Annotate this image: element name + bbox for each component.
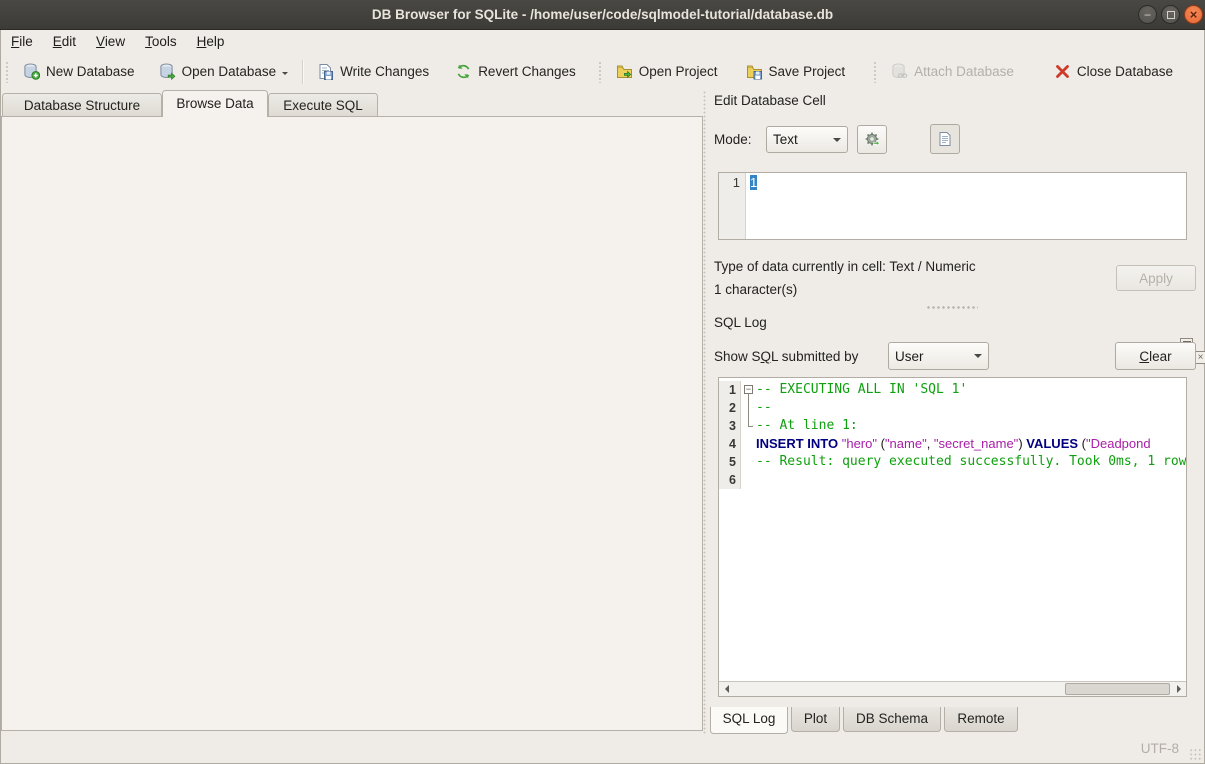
menu-view[interactable]: View xyxy=(86,30,135,53)
mode-selector-value: Text xyxy=(773,132,798,147)
new-database-icon xyxy=(23,63,40,80)
save-project-icon xyxy=(746,63,763,80)
tab-database-structure[interactable]: Database Structure xyxy=(2,93,162,117)
open-project-button[interactable]: Open Project xyxy=(610,59,724,84)
maximize-button[interactable] xyxy=(1161,5,1180,24)
maximize-icon xyxy=(1167,11,1175,19)
dock-tab-db-schema[interactable]: DB Schema xyxy=(843,707,941,732)
fold-guide xyxy=(741,399,756,417)
open-project-icon xyxy=(616,63,633,80)
open-database-icon xyxy=(159,63,176,80)
edit-cell-dock-title: Edit Database Cell xyxy=(714,93,826,108)
mode-selector[interactable]: Text xyxy=(766,126,848,153)
sql-statement: INSERT INTO "hero" ("name", "secret_name… xyxy=(756,435,1151,453)
dock-tab-plot[interactable]: Plot xyxy=(791,707,840,732)
sql-log-view[interactable]: 1 − -- EXECUTING ALL IN 'SQL 1' 2 -- 3 -… xyxy=(718,377,1187,697)
close-icon: × xyxy=(1190,7,1198,22)
toolbar-separator xyxy=(302,60,303,84)
editor-line-number: 1 xyxy=(719,173,746,239)
close-button[interactable]: × xyxy=(1184,5,1203,24)
document-icon xyxy=(937,131,953,147)
attach-database-button: Attach Database xyxy=(885,59,1020,84)
scroll-right-arrow[interactable] xyxy=(1172,682,1186,696)
chevron-down-icon xyxy=(833,138,841,146)
cell-editor[interactable]: 1 1 xyxy=(718,172,1187,240)
revert-changes-icon xyxy=(455,63,472,80)
mode-label: Mode: xyxy=(714,132,752,147)
browse-data-panel xyxy=(1,116,703,731)
cell-type-info: Type of data currently in cell: Text / N… xyxy=(714,259,976,274)
window-title: DB Browser for SQLite - /home/user/code/… xyxy=(0,0,1205,30)
tab-execute-sql[interactable]: Execute SQL xyxy=(268,93,378,117)
show-sql-label: Show SQL submitted by xyxy=(714,349,858,364)
auto-mode-button[interactable] xyxy=(857,125,887,154)
close-database-icon xyxy=(1054,63,1071,80)
chevron-down-icon xyxy=(974,354,982,362)
clear-log-button[interactable]: Clear xyxy=(1115,342,1196,370)
menu-help[interactable]: Help xyxy=(187,30,235,53)
log-line: 5 -- Result: query executed successfully… xyxy=(719,453,1186,471)
dock-tab-remote[interactable]: Remote xyxy=(944,707,1018,732)
write-changes-icon xyxy=(317,63,334,80)
write-changes-button[interactable]: Write Changes xyxy=(311,59,435,84)
encoding-indicator: UTF-8 xyxy=(1141,741,1179,756)
sql-source-selector[interactable]: User xyxy=(888,342,989,370)
dock-resize-handle[interactable] xyxy=(926,305,978,310)
cell-size-info: 1 character(s) xyxy=(714,282,797,297)
sql-source-value: User xyxy=(895,349,924,364)
scroll-left-arrow[interactable] xyxy=(719,682,733,696)
close-database-button[interactable]: Close Database xyxy=(1048,59,1179,84)
sql-log-dock-title: SQL Log xyxy=(714,315,767,330)
minimize-icon: − xyxy=(1144,8,1151,22)
editor-content[interactable]: 1 xyxy=(746,173,757,239)
title-bar: DB Browser for SQLite - /home/user/code/… xyxy=(0,0,1205,30)
attach-database-icon xyxy=(891,63,908,80)
new-database-button[interactable]: New Database xyxy=(17,59,141,84)
main-tab-bar: Database Structure Browse Data Execute S… xyxy=(2,90,378,117)
dock-tab-sql-log[interactable]: SQL Log xyxy=(710,707,788,734)
minimize-button[interactable]: − xyxy=(1138,5,1157,24)
menu-file[interactable]: File xyxy=(1,30,43,53)
text-mode-toggle[interactable] xyxy=(930,124,960,154)
open-database-dropdown-arrow[interactable] xyxy=(282,72,288,78)
main-toolbar: New Database Open Database Write Changes… xyxy=(1,53,1204,90)
open-database-button[interactable]: Open Database xyxy=(153,59,295,84)
revert-changes-button[interactable]: Revert Changes xyxy=(449,59,582,84)
toolbar-drag-handle[interactable] xyxy=(5,61,9,83)
save-project-button[interactable]: Save Project xyxy=(740,59,852,84)
app-window: DB Browser for SQLite - /home/user/code/… xyxy=(0,0,1205,764)
tab-browse-data[interactable]: Browse Data xyxy=(162,90,268,117)
toolbar-drag-handle[interactable] xyxy=(873,61,877,83)
log-line: 6 xyxy=(719,471,1186,489)
menu-tools[interactable]: Tools xyxy=(135,30,187,53)
gear-icon xyxy=(864,131,881,148)
selected-text: 1 xyxy=(750,175,757,190)
fold-marker[interactable]: − xyxy=(741,381,756,399)
menu-edit[interactable]: Edit xyxy=(43,30,86,53)
toolbar-drag-handle[interactable] xyxy=(598,61,602,83)
log-line: 4 INSERT INTO "hero" ("name", "secret_na… xyxy=(719,435,1186,453)
scrollbar-thumb[interactable] xyxy=(1065,683,1170,695)
log-line: 1 − -- EXECUTING ALL IN 'SQL 1' xyxy=(719,381,1186,399)
log-line: 3 -- At line 1: xyxy=(719,417,1186,435)
menu-bar: File Edit View Tools Help xyxy=(1,30,1204,53)
apply-button: Apply xyxy=(1116,265,1196,291)
fold-guide xyxy=(741,417,756,435)
log-line: 2 -- xyxy=(719,399,1186,417)
horizontal-scrollbar[interactable] xyxy=(719,681,1186,696)
resize-grip[interactable] xyxy=(1189,748,1202,761)
